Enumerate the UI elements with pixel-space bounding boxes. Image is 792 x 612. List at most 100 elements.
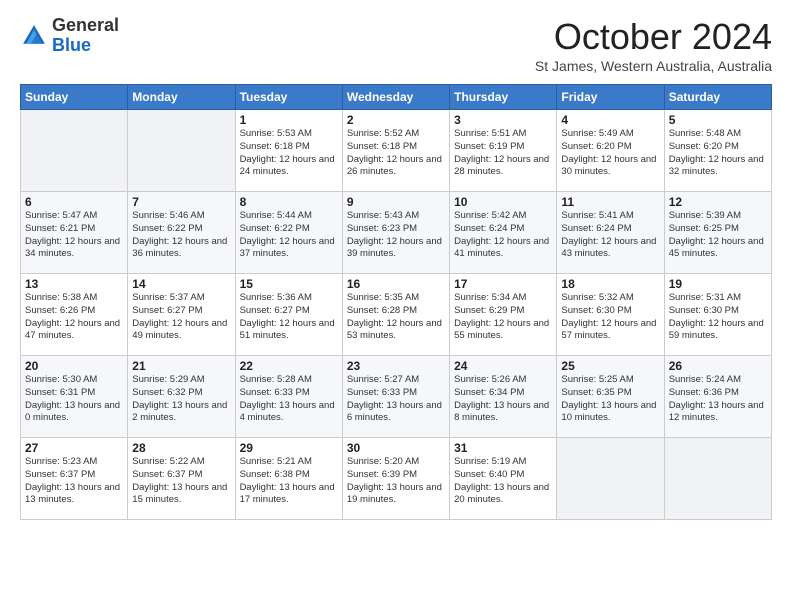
day-number: 23 (347, 359, 445, 373)
day-info: Sunrise: 5:20 AM Sunset: 6:39 PM Dayligh… (347, 456, 445, 507)
calendar-cell: 16Sunrise: 5:35 AM Sunset: 6:28 PM Dayli… (342, 274, 449, 356)
day-info: Sunrise: 5:22 AM Sunset: 6:37 PM Dayligh… (132, 456, 230, 507)
day-number: 18 (561, 277, 659, 291)
calendar-cell: 22Sunrise: 5:28 AM Sunset: 6:33 PM Dayli… (235, 356, 342, 438)
day-number: 2 (347, 113, 445, 127)
day-info: Sunrise: 5:47 AM Sunset: 6:21 PM Dayligh… (25, 210, 123, 261)
calendar-cell: 27Sunrise: 5:23 AM Sunset: 6:37 PM Dayli… (21, 438, 128, 520)
day-number: 26 (669, 359, 767, 373)
day-number: 1 (240, 113, 338, 127)
calendar-cell: 24Sunrise: 5:26 AM Sunset: 6:34 PM Dayli… (450, 356, 557, 438)
day-number: 28 (132, 441, 230, 455)
day-info: Sunrise: 5:52 AM Sunset: 6:18 PM Dayligh… (347, 128, 445, 179)
calendar-cell: 4Sunrise: 5:49 AM Sunset: 6:20 PM Daylig… (557, 110, 664, 192)
day-info: Sunrise: 5:31 AM Sunset: 6:30 PM Dayligh… (669, 292, 767, 343)
day-info: Sunrise: 5:42 AM Sunset: 6:24 PM Dayligh… (454, 210, 552, 261)
day-number: 15 (240, 277, 338, 291)
logo-blue: Blue (52, 36, 119, 56)
day-info: Sunrise: 5:28 AM Sunset: 6:33 PM Dayligh… (240, 374, 338, 425)
day-info: Sunrise: 5:38 AM Sunset: 6:26 PM Dayligh… (25, 292, 123, 343)
calendar-cell: 29Sunrise: 5:21 AM Sunset: 6:38 PM Dayli… (235, 438, 342, 520)
day-info: Sunrise: 5:32 AM Sunset: 6:30 PM Dayligh… (561, 292, 659, 343)
calendar-cell (21, 110, 128, 192)
day-info: Sunrise: 5:46 AM Sunset: 6:22 PM Dayligh… (132, 210, 230, 261)
day-info: Sunrise: 5:21 AM Sunset: 6:38 PM Dayligh… (240, 456, 338, 507)
calendar-cell: 13Sunrise: 5:38 AM Sunset: 6:26 PM Dayli… (21, 274, 128, 356)
day-number: 25 (561, 359, 659, 373)
calendar-cell (128, 110, 235, 192)
day-number: 13 (25, 277, 123, 291)
day-number: 24 (454, 359, 552, 373)
calendar-cell: 15Sunrise: 5:36 AM Sunset: 6:27 PM Dayli… (235, 274, 342, 356)
title-block: October 2024 St James, Western Australia… (535, 16, 772, 74)
calendar-header-row: SundayMondayTuesdayWednesdayThursdayFrid… (21, 85, 772, 110)
month-title: October 2024 (535, 16, 772, 58)
day-info: Sunrise: 5:26 AM Sunset: 6:34 PM Dayligh… (454, 374, 552, 425)
calendar-cell: 7Sunrise: 5:46 AM Sunset: 6:22 PM Daylig… (128, 192, 235, 274)
day-number: 17 (454, 277, 552, 291)
calendar-cell: 6Sunrise: 5:47 AM Sunset: 6:21 PM Daylig… (21, 192, 128, 274)
day-info: Sunrise: 5:24 AM Sunset: 6:36 PM Dayligh… (669, 374, 767, 425)
calendar-week-row: 13Sunrise: 5:38 AM Sunset: 6:26 PM Dayli… (21, 274, 772, 356)
calendar-week-row: 27Sunrise: 5:23 AM Sunset: 6:37 PM Dayli… (21, 438, 772, 520)
calendar-cell: 26Sunrise: 5:24 AM Sunset: 6:36 PM Dayli… (664, 356, 771, 438)
calendar-cell: 14Sunrise: 5:37 AM Sunset: 6:27 PM Dayli… (128, 274, 235, 356)
calendar-cell: 23Sunrise: 5:27 AM Sunset: 6:33 PM Dayli… (342, 356, 449, 438)
day-number: 3 (454, 113, 552, 127)
day-info: Sunrise: 5:36 AM Sunset: 6:27 PM Dayligh… (240, 292, 338, 343)
day-number: 11 (561, 195, 659, 209)
day-info: Sunrise: 5:34 AM Sunset: 6:29 PM Dayligh… (454, 292, 552, 343)
day-number: 12 (669, 195, 767, 209)
calendar-week-row: 20Sunrise: 5:30 AM Sunset: 6:31 PM Dayli… (21, 356, 772, 438)
calendar-cell (664, 438, 771, 520)
calendar-cell: 31Sunrise: 5:19 AM Sunset: 6:40 PM Dayli… (450, 438, 557, 520)
day-info: Sunrise: 5:49 AM Sunset: 6:20 PM Dayligh… (561, 128, 659, 179)
col-header-wednesday: Wednesday (342, 85, 449, 110)
calendar-week-row: 1Sunrise: 5:53 AM Sunset: 6:18 PM Daylig… (21, 110, 772, 192)
header: General Blue October 2024 St James, West… (20, 16, 772, 74)
day-info: Sunrise: 5:30 AM Sunset: 6:31 PM Dayligh… (25, 374, 123, 425)
calendar-cell: 21Sunrise: 5:29 AM Sunset: 6:32 PM Dayli… (128, 356, 235, 438)
logo-icon (20, 22, 48, 50)
day-number: 16 (347, 277, 445, 291)
day-info: Sunrise: 5:43 AM Sunset: 6:23 PM Dayligh… (347, 210, 445, 261)
day-info: Sunrise: 5:19 AM Sunset: 6:40 PM Dayligh… (454, 456, 552, 507)
calendar-cell: 19Sunrise: 5:31 AM Sunset: 6:30 PM Dayli… (664, 274, 771, 356)
calendar-cell: 20Sunrise: 5:30 AM Sunset: 6:31 PM Dayli… (21, 356, 128, 438)
calendar-cell: 11Sunrise: 5:41 AM Sunset: 6:24 PM Dayli… (557, 192, 664, 274)
calendar-cell: 1Sunrise: 5:53 AM Sunset: 6:18 PM Daylig… (235, 110, 342, 192)
day-info: Sunrise: 5:29 AM Sunset: 6:32 PM Dayligh… (132, 374, 230, 425)
col-header-friday: Friday (557, 85, 664, 110)
calendar-cell: 2Sunrise: 5:52 AM Sunset: 6:18 PM Daylig… (342, 110, 449, 192)
day-number: 27 (25, 441, 123, 455)
day-info: Sunrise: 5:51 AM Sunset: 6:19 PM Dayligh… (454, 128, 552, 179)
day-info: Sunrise: 5:35 AM Sunset: 6:28 PM Dayligh… (347, 292, 445, 343)
day-number: 19 (669, 277, 767, 291)
col-header-thursday: Thursday (450, 85, 557, 110)
logo-text: General Blue (52, 16, 119, 56)
day-info: Sunrise: 5:27 AM Sunset: 6:33 PM Dayligh… (347, 374, 445, 425)
day-number: 20 (25, 359, 123, 373)
page: General Blue October 2024 St James, West… (0, 0, 792, 612)
calendar-cell: 10Sunrise: 5:42 AM Sunset: 6:24 PM Dayli… (450, 192, 557, 274)
day-number: 7 (132, 195, 230, 209)
day-info: Sunrise: 5:23 AM Sunset: 6:37 PM Dayligh… (25, 456, 123, 507)
calendar-cell: 5Sunrise: 5:48 AM Sunset: 6:20 PM Daylig… (664, 110, 771, 192)
col-header-saturday: Saturday (664, 85, 771, 110)
day-number: 10 (454, 195, 552, 209)
day-info: Sunrise: 5:25 AM Sunset: 6:35 PM Dayligh… (561, 374, 659, 425)
calendar-table: SundayMondayTuesdayWednesdayThursdayFrid… (20, 84, 772, 520)
day-info: Sunrise: 5:41 AM Sunset: 6:24 PM Dayligh… (561, 210, 659, 261)
day-info: Sunrise: 5:44 AM Sunset: 6:22 PM Dayligh… (240, 210, 338, 261)
day-info: Sunrise: 5:53 AM Sunset: 6:18 PM Dayligh… (240, 128, 338, 179)
day-number: 29 (240, 441, 338, 455)
day-number: 9 (347, 195, 445, 209)
calendar-week-row: 6Sunrise: 5:47 AM Sunset: 6:21 PM Daylig… (21, 192, 772, 274)
calendar-cell: 30Sunrise: 5:20 AM Sunset: 6:39 PM Dayli… (342, 438, 449, 520)
logo-general: General (52, 16, 119, 36)
calendar-cell: 25Sunrise: 5:25 AM Sunset: 6:35 PM Dayli… (557, 356, 664, 438)
logo: General Blue (20, 16, 119, 56)
day-number: 21 (132, 359, 230, 373)
calendar-cell: 9Sunrise: 5:43 AM Sunset: 6:23 PM Daylig… (342, 192, 449, 274)
calendar-cell: 17Sunrise: 5:34 AM Sunset: 6:29 PM Dayli… (450, 274, 557, 356)
